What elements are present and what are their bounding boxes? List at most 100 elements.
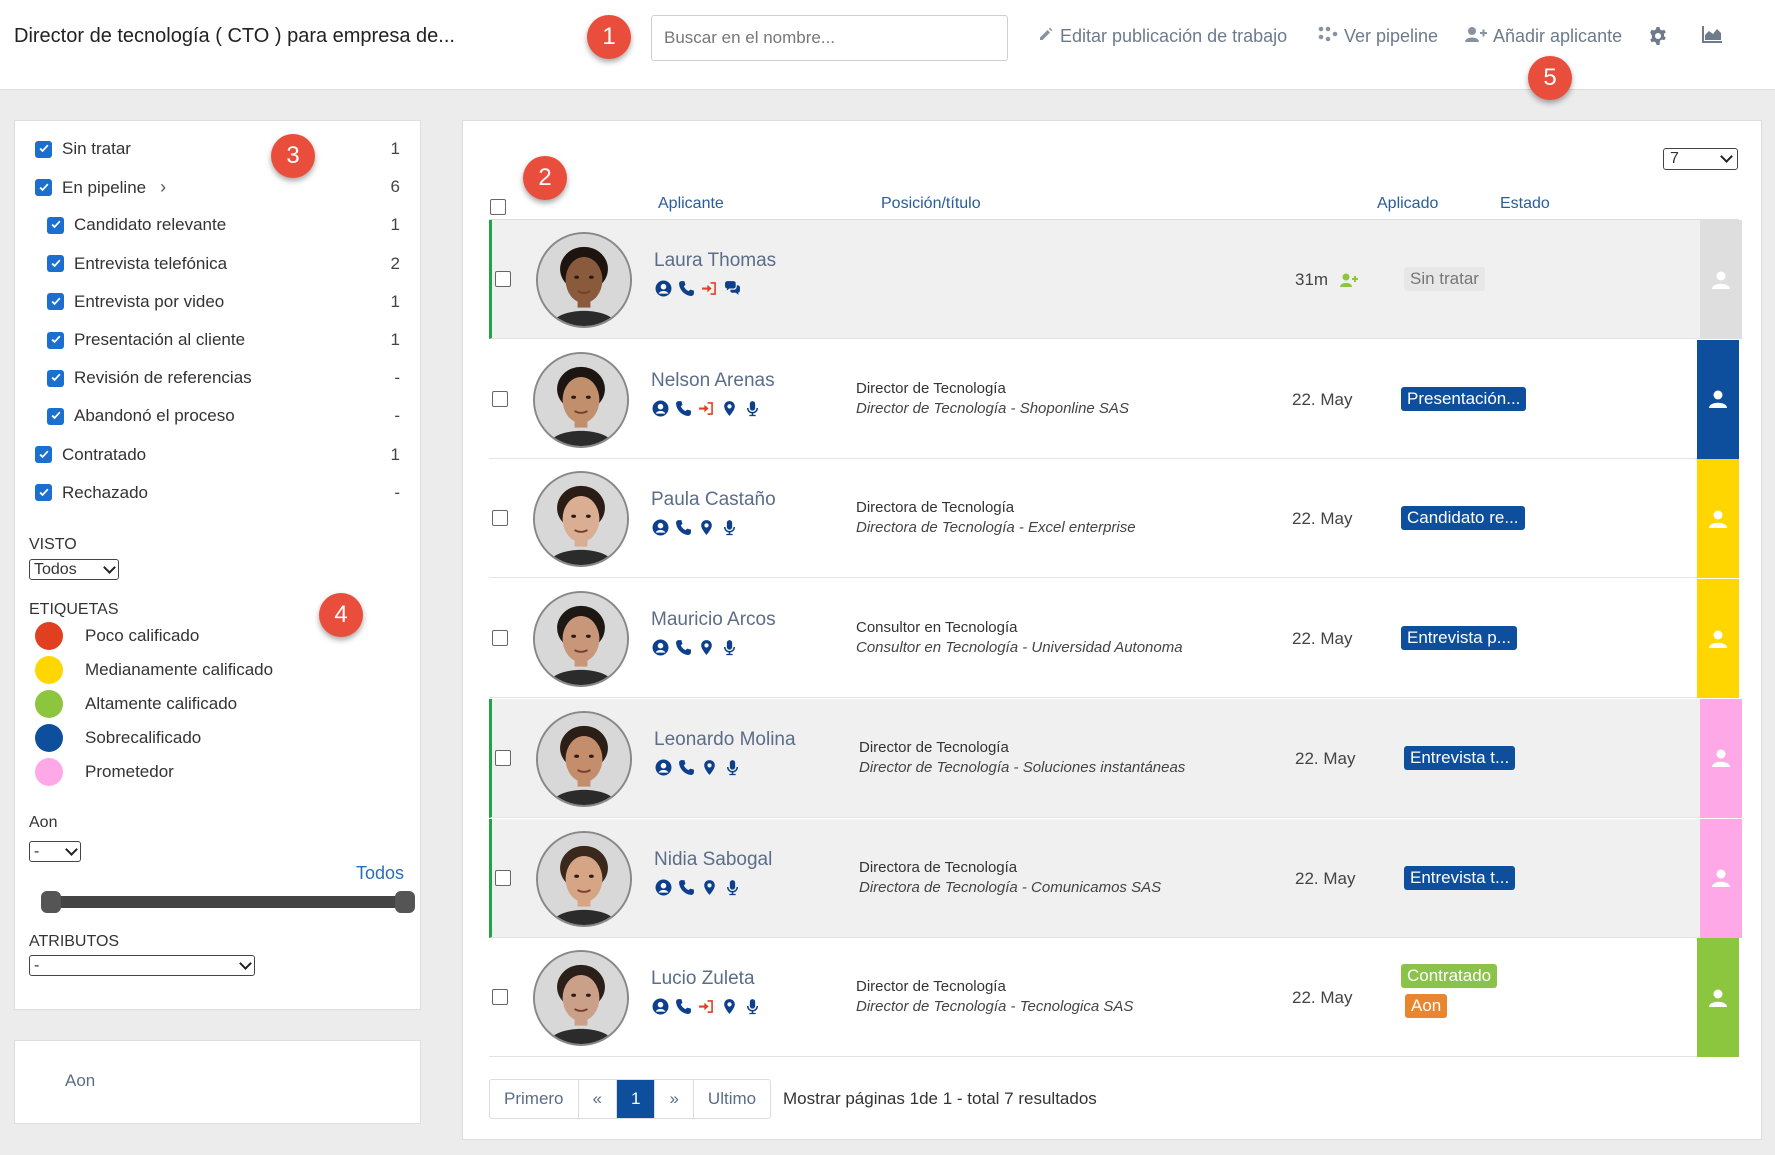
avatar[interactable] [533, 351, 629, 448]
applicant-name[interactable]: Lucio Zuleta [651, 968, 755, 990]
applicant-row[interactable]: Nidia Sabogal Directora de Tecnología Dire… [489, 818, 1742, 938]
applicant-name[interactable]: Mauricio Arcos [651, 609, 776, 631]
gear-icon[interactable] [1648, 26, 1670, 48]
tag-filter[interactable]: Sobrecalificado [35, 724, 201, 752]
applicant-row[interactable]: Laura Thomas 31m Sin tratar [489, 220, 1742, 339]
profile-icon[interactable] [652, 400, 669, 417]
aon-panel-text[interactable]: Aon [65, 1071, 95, 1091]
header-applicant[interactable]: Aplicante [658, 195, 724, 213]
range-slider[interactable] [41, 891, 415, 913]
tag-color-dot[interactable] [35, 690, 63, 718]
tag-filter[interactable]: Altamente calificado [35, 690, 237, 718]
status-badge[interactable]: Presentación... [1401, 386, 1527, 411]
applicant-row[interactable]: Lucio Zuleta Director de Tecnología Direct… [489, 938, 1739, 1058]
avatar[interactable] [536, 830, 632, 927]
todos-link[interactable]: Todos [356, 863, 404, 884]
status-filter-checkbox[interactable] [35, 179, 52, 197]
microphone-icon[interactable] [744, 998, 761, 1015]
header-position[interactable]: Posición/título [881, 195, 981, 213]
status-filter[interactable]: Abandonó el proceso [47, 406, 235, 426]
microphone-icon[interactable] [744, 400, 761, 417]
phone-icon[interactable] [675, 400, 692, 417]
status-filter[interactable]: Candidato relevante [47, 215, 226, 235]
microphone-icon[interactable] [721, 519, 738, 536]
tag-color-bar[interactable] [1697, 459, 1739, 579]
visto-select[interactable]: Todos [29, 559, 119, 580]
tag-filter[interactable]: Poco calificado [35, 622, 199, 650]
tag-color-bar[interactable] [1697, 938, 1739, 1058]
tag-filter[interactable]: Medianamente calificado [35, 656, 273, 684]
avatar[interactable] [533, 950, 629, 1047]
first-page-button[interactable]: Primero [490, 1080, 579, 1118]
row-checkbox[interactable] [495, 869, 511, 886]
status-filter[interactable]: Presentación al cliente [47, 330, 245, 350]
prev-page-button[interactable]: « [579, 1080, 617, 1118]
microphone-icon[interactable] [724, 879, 741, 896]
applicant-name[interactable]: Leonardo Molina [654, 729, 796, 751]
view-pipeline-link[interactable]: Ver pipeline [1318, 26, 1438, 47]
location-pin-icon[interactable] [701, 879, 718, 896]
status-filter[interactable]: En pipeline › [35, 177, 166, 198]
status-badge[interactable]: Entrevista t... [1404, 865, 1516, 890]
chevron-right-icon[interactable]: › [160, 177, 166, 198]
profile-icon[interactable] [652, 639, 669, 656]
profile-icon[interactable] [655, 879, 672, 896]
avatar[interactable] [533, 591, 629, 688]
location-pin-icon[interactable] [721, 998, 738, 1015]
status-badge[interactable]: Sin tratar [1404, 267, 1485, 291]
tag-color-bar[interactable] [1697, 339, 1739, 459]
status-filter-checkbox[interactable] [35, 484, 52, 502]
sign-in-icon[interactable] [701, 280, 718, 297]
microphone-icon[interactable] [724, 759, 741, 776]
phone-icon[interactable] [675, 639, 692, 656]
status-filter-checkbox[interactable] [35, 446, 52, 464]
status-badge[interactable]: Contratado [1401, 964, 1498, 989]
status-filter-checkbox[interactable] [47, 407, 64, 425]
phone-icon[interactable] [678, 879, 695, 896]
row-checkbox[interactable] [492, 989, 508, 1006]
row-checkbox[interactable] [492, 630, 508, 647]
edit-job-link[interactable]: Editar publicación de trabajo [1038, 26, 1287, 47]
sign-in-icon[interactable] [698, 998, 715, 1015]
location-pin-icon[interactable] [698, 639, 715, 656]
avatar[interactable] [536, 232, 632, 328]
search-input[interactable] [651, 15, 1008, 61]
aon-select[interactable]: - [29, 841, 81, 862]
applicant-name[interactable]: Nelson Arenas [651, 370, 775, 392]
phone-icon[interactable] [675, 998, 692, 1015]
status-filter[interactable]: Contratado [35, 445, 146, 465]
status-filter[interactable]: Rechazado [35, 483, 148, 503]
row-checkbox[interactable] [495, 749, 511, 766]
slider-max-handle[interactable] [395, 891, 415, 913]
status-filter[interactable]: Entrevista por video [47, 292, 224, 312]
profile-icon[interactable] [655, 759, 672, 776]
microphone-icon[interactable] [721, 639, 738, 656]
location-pin-icon[interactable] [698, 519, 715, 536]
chat-icon[interactable] [724, 280, 741, 297]
applicant-row[interactable]: Paula Castaño Directora de Tecnología Dire… [489, 459, 1739, 579]
status-filter-checkbox[interactable] [47, 216, 64, 234]
location-pin-icon[interactable] [701, 759, 718, 776]
avatar[interactable] [533, 471, 629, 568]
status-badge[interactable]: Entrevista p... [1401, 626, 1517, 651]
profile-icon[interactable] [652, 519, 669, 536]
header-applied[interactable]: Aplicado [1377, 195, 1438, 213]
status-filter-checkbox[interactable] [47, 369, 64, 387]
tag-color-dot[interactable] [35, 622, 63, 650]
status-filter[interactable]: Revisión de referencias [47, 368, 252, 388]
atributos-select[interactable]: - [29, 955, 255, 976]
phone-icon[interactable] [678, 280, 695, 297]
slider-min-handle[interactable] [41, 891, 61, 913]
applicant-name[interactable]: Nidia Sabogal [654, 849, 772, 871]
status-filter-checkbox[interactable] [47, 293, 64, 311]
chart-icon[interactable] [1702, 26, 1724, 48]
status-filter-checkbox[interactable] [35, 140, 52, 158]
tag-color-bar[interactable] [1700, 220, 1742, 339]
applicant-name[interactable]: Paula Castaño [651, 489, 776, 511]
avatar[interactable] [536, 710, 632, 807]
tag-filter[interactable]: Prometedor [35, 758, 174, 786]
applicant-name[interactable]: Laura Thomas [654, 250, 776, 272]
tag-color-dot[interactable] [35, 758, 63, 786]
next-page-button[interactable]: » [655, 1080, 694, 1118]
header-status[interactable]: Estado [1500, 195, 1550, 213]
